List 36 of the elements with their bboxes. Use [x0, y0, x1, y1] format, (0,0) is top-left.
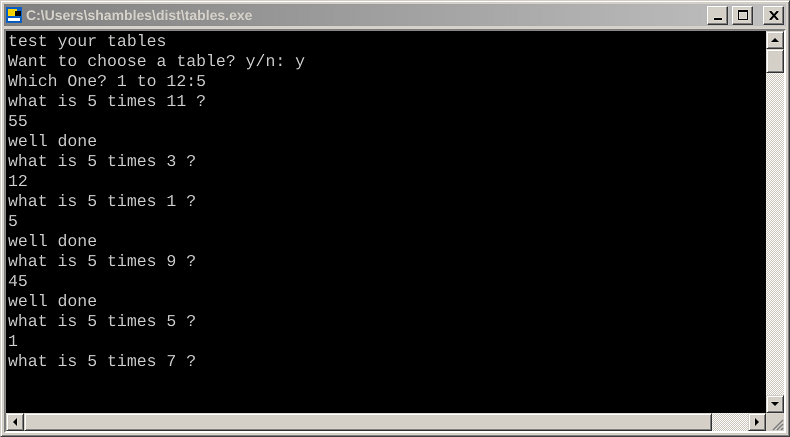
console-line: test your tables	[8, 32, 168, 52]
console-line: well done	[8, 232, 98, 252]
console-line: what is 5 times 7 ?	[8, 352, 198, 372]
console-line: what is 5 times 11 ?	[8, 92, 208, 112]
right-arrow-icon	[755, 418, 759, 426]
console-line: what is 5 times 1 ?	[8, 192, 198, 212]
close-icon	[768, 10, 778, 20]
minimize-button[interactable]	[707, 6, 728, 24]
window-title: C:\Users\shambles\dist\tables.exe	[26, 7, 254, 23]
console-app-icon	[6, 7, 22, 23]
scroll-right-button[interactable]	[748, 413, 766, 431]
console-line: Which One? 1 to 12:5	[8, 72, 208, 92]
close-button[interactable]	[763, 6, 784, 24]
console-line: 45	[8, 272, 29, 292]
console-line: what is 5 times 3 ?	[8, 152, 198, 172]
down-arrow-icon	[771, 402, 779, 406]
console-line: 5	[8, 212, 19, 232]
console-line: well done	[8, 292, 98, 312]
resize-grip-icon[interactable]	[772, 419, 784, 431]
minimize-icon	[714, 18, 722, 20]
scroll-thumb[interactable]	[766, 49, 784, 73]
console-line: what is 5 times 9 ?	[8, 252, 198, 272]
up-arrow-icon	[771, 38, 779, 42]
console-line: 12	[8, 172, 29, 192]
console-line: what is 5 times 5 ?	[8, 312, 198, 332]
left-arrow-icon	[13, 418, 17, 426]
maximize-icon	[738, 10, 748, 20]
scroll-left-button[interactable]	[6, 413, 24, 431]
console-line: 55	[8, 112, 29, 132]
vertical-scrollbar[interactable]	[766, 31, 784, 413]
console-line: well done	[8, 132, 98, 152]
console-line: 1	[8, 332, 19, 352]
scroll-up-button[interactable]	[766, 31, 784, 49]
scroll-down-button[interactable]	[766, 395, 784, 413]
console-line: Want to choose a table? y/n: y	[8, 52, 306, 72]
maximize-button[interactable]	[732, 6, 753, 24]
